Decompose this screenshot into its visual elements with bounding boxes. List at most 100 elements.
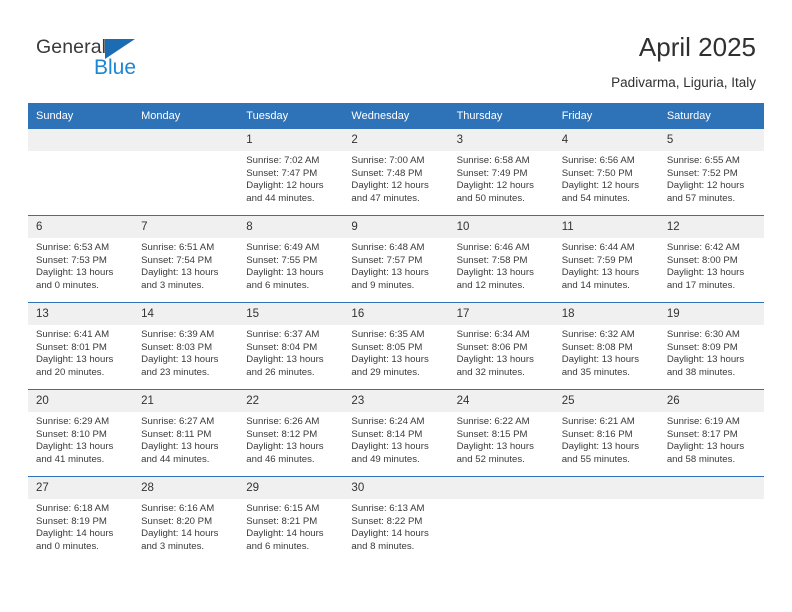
weekday-header-thursday: Thursday — [448, 103, 554, 129]
day-sunset-text: Sunset: 8:01 PM — [36, 341, 107, 353]
calendar-day-cell[interactable]: 3 Sunrise: 6:58 AM Sunset: 7:49 PM Daylight… — [448, 129, 554, 216]
day-number: 5 — [658, 129, 764, 151]
day-sunset-text: Sunset: 7:54 PM — [141, 254, 213, 266]
calendar-day-cell[interactable]: 29 Sunrise: 6:15 AM Sunset: 8:21 PM Dayligh… — [238, 476, 344, 563]
calendar-day-cell[interactable]: 6 Sunrise: 6:53 AM Sunset: 7:53 PM Daylight… — [28, 215, 134, 303]
day-details: Sunrise: 6:15 AM Sunset: 8:21 PM Daylight:… — [238, 499, 343, 553]
day-daylight2-text: and 26 minutes. — [246, 366, 315, 378]
day-daylight2-text: and 47 minutes. — [351, 192, 420, 204]
day-daylight2-text: and 17 minutes. — [666, 279, 736, 291]
calendar-day-cell[interactable]: 15 Sunrise: 6:37 AM Sunset: 8:04 PM Dayligh… — [238, 302, 344, 390]
day-number: 21 — [133, 390, 239, 412]
day-daylight2-text: and 12 minutes. — [456, 279, 525, 291]
calendar-day-cell[interactable]: 2 Sunrise: 7:00 AM Sunset: 7:48 PM Daylight… — [343, 129, 449, 216]
day-daylight2-text: and 44 minutes. — [246, 192, 315, 204]
calendar-day-cell[interactable]: 30 Sunrise: 6:13 AM Sunset: 8:22 PM Dayligh… — [343, 476, 449, 563]
weekday-header-saturday: Saturday — [658, 103, 764, 129]
day-sunrise-text: Sunrise: 6:48 AM — [351, 242, 425, 253]
day-details — [28, 151, 133, 155]
calendar-day-cell[interactable]: 7 Sunrise: 6:51 AM Sunset: 7:54 PM Daylight… — [133, 215, 239, 303]
day-details: Sunrise: 6:13 AM Sunset: 8:22 PM Daylight:… — [343, 499, 448, 553]
day-sunrise-text: Sunrise: 7:02 AM — [246, 155, 320, 166]
calendar-day-cell[interactable]: 13 Sunrise: 6:41 AM Sunset: 8:01 PM Dayligh… — [28, 302, 134, 390]
day-sunset-text: Sunset: 8:22 PM — [351, 515, 423, 527]
calendar-day-cell-empty — [553, 476, 659, 563]
location-subtitle: Padivarma, Liguria, Italy — [611, 75, 756, 90]
calendar-day-cell[interactable]: 22 Sunrise: 6:26 AM Sunset: 8:12 PM Dayligh… — [238, 389, 344, 477]
calendar-day-cell[interactable]: 21 Sunrise: 6:27 AM Sunset: 8:11 PM Dayligh… — [133, 389, 239, 477]
calendar-day-cell[interactable]: 17 Sunrise: 6:34 AM Sunset: 8:06 PM Dayligh… — [448, 302, 554, 390]
calendar-day-cell[interactable]: 16 Sunrise: 6:35 AM Sunset: 8:05 PM Dayligh… — [343, 302, 449, 390]
calendar-day-cell[interactable]: 25 Sunrise: 6:21 AM Sunset: 8:16 PM Dayligh… — [553, 389, 659, 477]
page-title: April 2025 — [638, 32, 756, 62]
calendar-day-cell[interactable]: 23 Sunrise: 6:24 AM Sunset: 8:14 PM Dayligh… — [343, 389, 449, 477]
day-details: Sunrise: 6:22 AM Sunset: 8:15 PM Daylight:… — [449, 412, 554, 466]
day-number: 9 — [343, 216, 449, 238]
calendar-day-cell[interactable]: 28 Sunrise: 6:16 AM Sunset: 8:20 PM Dayligh… — [133, 476, 239, 563]
day-daylight2-text: and 52 minutes. — [456, 453, 525, 465]
day-sunset-text: Sunset: 7:50 PM — [561, 167, 633, 179]
day-daylight1-text: Daylight: 13 hours — [246, 267, 324, 279]
calendar-day-cell[interactable]: 19 Sunrise: 6:30 AM Sunset: 8:09 PM Dayligh… — [658, 302, 764, 390]
day-daylight1-text: Daylight: 13 hours — [141, 441, 219, 453]
day-details: Sunrise: 6:44 AM Sunset: 7:59 PM Daylight:… — [554, 238, 659, 292]
day-number: 10 — [448, 216, 554, 238]
calendar-day-cell[interactable]: 18 Sunrise: 6:32 AM Sunset: 8:08 PM Dayligh… — [553, 302, 659, 390]
day-sunset-text: Sunset: 8:09 PM — [666, 341, 738, 353]
calendar-day-cell[interactable]: 10 Sunrise: 6:46 AM Sunset: 7:58 PM Dayligh… — [448, 215, 554, 303]
calendar-day-cell[interactable]: 4 Sunrise: 6:56 AM Sunset: 7:50 PM Daylight… — [553, 129, 659, 216]
day-daylight2-text: and 3 minutes. — [141, 540, 205, 552]
calendar-day-cell[interactable]: 20 Sunrise: 6:29 AM Sunset: 8:10 PM Dayligh… — [28, 389, 134, 477]
day-details: Sunrise: 6:19 AM Sunset: 8:17 PM Daylight:… — [659, 412, 764, 466]
day-daylight1-text: Daylight: 13 hours — [666, 267, 745, 279]
calendar-day-cell[interactable]: 24 Sunrise: 6:22 AM Sunset: 8:15 PM Dayligh… — [448, 389, 554, 477]
calendar-day-cell[interactable]: 26 Sunrise: 6:19 AM Sunset: 8:17 PM Dayligh… — [658, 389, 764, 477]
day-sunset-text: Sunset: 8:12 PM — [246, 428, 318, 440]
day-daylight2-text: and 8 minutes. — [351, 540, 415, 552]
calendar-day-cell[interactable]: 12 Sunrise: 6:42 AM Sunset: 8:00 PM Dayligh… — [658, 215, 764, 303]
calendar-day-cell[interactable]: 1 Sunrise: 7:02 AM Sunset: 7:47 PM Daylight… — [238, 129, 344, 216]
calendar-week-row: 1 Sunrise: 7:02 AM Sunset: 7:47 PM Daylight… — [28, 129, 764, 216]
calendar-day-cell[interactable]: 14 Sunrise: 6:39 AM Sunset: 8:03 PM Dayligh… — [133, 302, 239, 390]
calendar-day-cell[interactable]: 11 Sunrise: 6:44 AM Sunset: 7:59 PM Dayligh… — [553, 215, 659, 303]
day-number: 25 — [553, 390, 659, 412]
day-details: Sunrise: 6:49 AM Sunset: 7:55 PM Daylight:… — [238, 238, 343, 292]
day-number: 16 — [343, 303, 449, 325]
day-number: 3 — [448, 129, 554, 151]
day-number: 18 — [553, 303, 659, 325]
day-details: Sunrise: 6:16 AM Sunset: 8:20 PM Daylight:… — [133, 499, 238, 553]
day-sunrise-text: Sunrise: 6:42 AM — [666, 242, 740, 253]
calendar-day-cell-empty — [658, 476, 764, 563]
day-number: 14 — [133, 303, 239, 325]
calendar-header-row: Sunday Monday Tuesday Wednesday Thursday… — [28, 103, 764, 129]
calendar-day-cell[interactable]: 9 Sunrise: 6:48 AM Sunset: 7:57 PM Daylight… — [343, 215, 449, 303]
day-sunrise-text: Sunrise: 6:34 AM — [456, 329, 530, 340]
day-sunset-text: Sunset: 7:55 PM — [246, 254, 318, 266]
day-details: Sunrise: 6:42 AM Sunset: 8:00 PM Daylight:… — [659, 238, 764, 292]
day-number: 23 — [343, 390, 449, 412]
day-daylight2-text: and 57 minutes. — [666, 192, 736, 204]
day-details — [554, 499, 659, 503]
day-sunrise-text: Sunrise: 6:19 AM — [666, 416, 740, 427]
day-sunset-text: Sunset: 8:20 PM — [141, 515, 213, 527]
day-sunrise-text: Sunrise: 6:21 AM — [561, 416, 635, 427]
calendar-day-cell[interactable]: 5 Sunrise: 6:55 AM Sunset: 7:52 PM Daylight… — [658, 129, 764, 216]
day-sunrise-text: Sunrise: 6:49 AM — [246, 242, 320, 253]
day-daylight2-text: and 49 minutes. — [351, 453, 420, 465]
day-number: 13 — [28, 303, 134, 325]
day-sunrise-text: Sunrise: 6:30 AM — [666, 329, 740, 340]
day-daylight2-text: and 44 minutes. — [141, 453, 210, 465]
calendar-day-cell[interactable]: 27 Sunrise: 6:18 AM Sunset: 8:19 PM Dayligh… — [28, 476, 134, 563]
day-daylight1-text: Daylight: 13 hours — [666, 441, 745, 453]
day-details — [659, 499, 764, 503]
day-sunset-text: Sunset: 8:03 PM — [141, 341, 213, 353]
calendar-day-cell[interactable]: 8 Sunrise: 6:49 AM Sunset: 7:55 PM Daylight… — [238, 215, 344, 303]
day-details: Sunrise: 6:41 AM Sunset: 8:01 PM Daylight:… — [28, 325, 133, 379]
day-details: Sunrise: 6:58 AM Sunset: 7:49 PM Daylight:… — [449, 151, 554, 205]
day-sunset-text: Sunset: 7:49 PM — [456, 167, 528, 179]
weekday-header-sunday: Sunday — [28, 103, 134, 129]
page-header: General Blue April 2025 Padivarma, Ligur… — [0, 0, 792, 96]
day-sunrise-text: Sunrise: 6:35 AM — [351, 329, 425, 340]
day-number: 2 — [343, 129, 449, 151]
day-sunrise-text: Sunrise: 6:56 AM — [561, 155, 635, 166]
